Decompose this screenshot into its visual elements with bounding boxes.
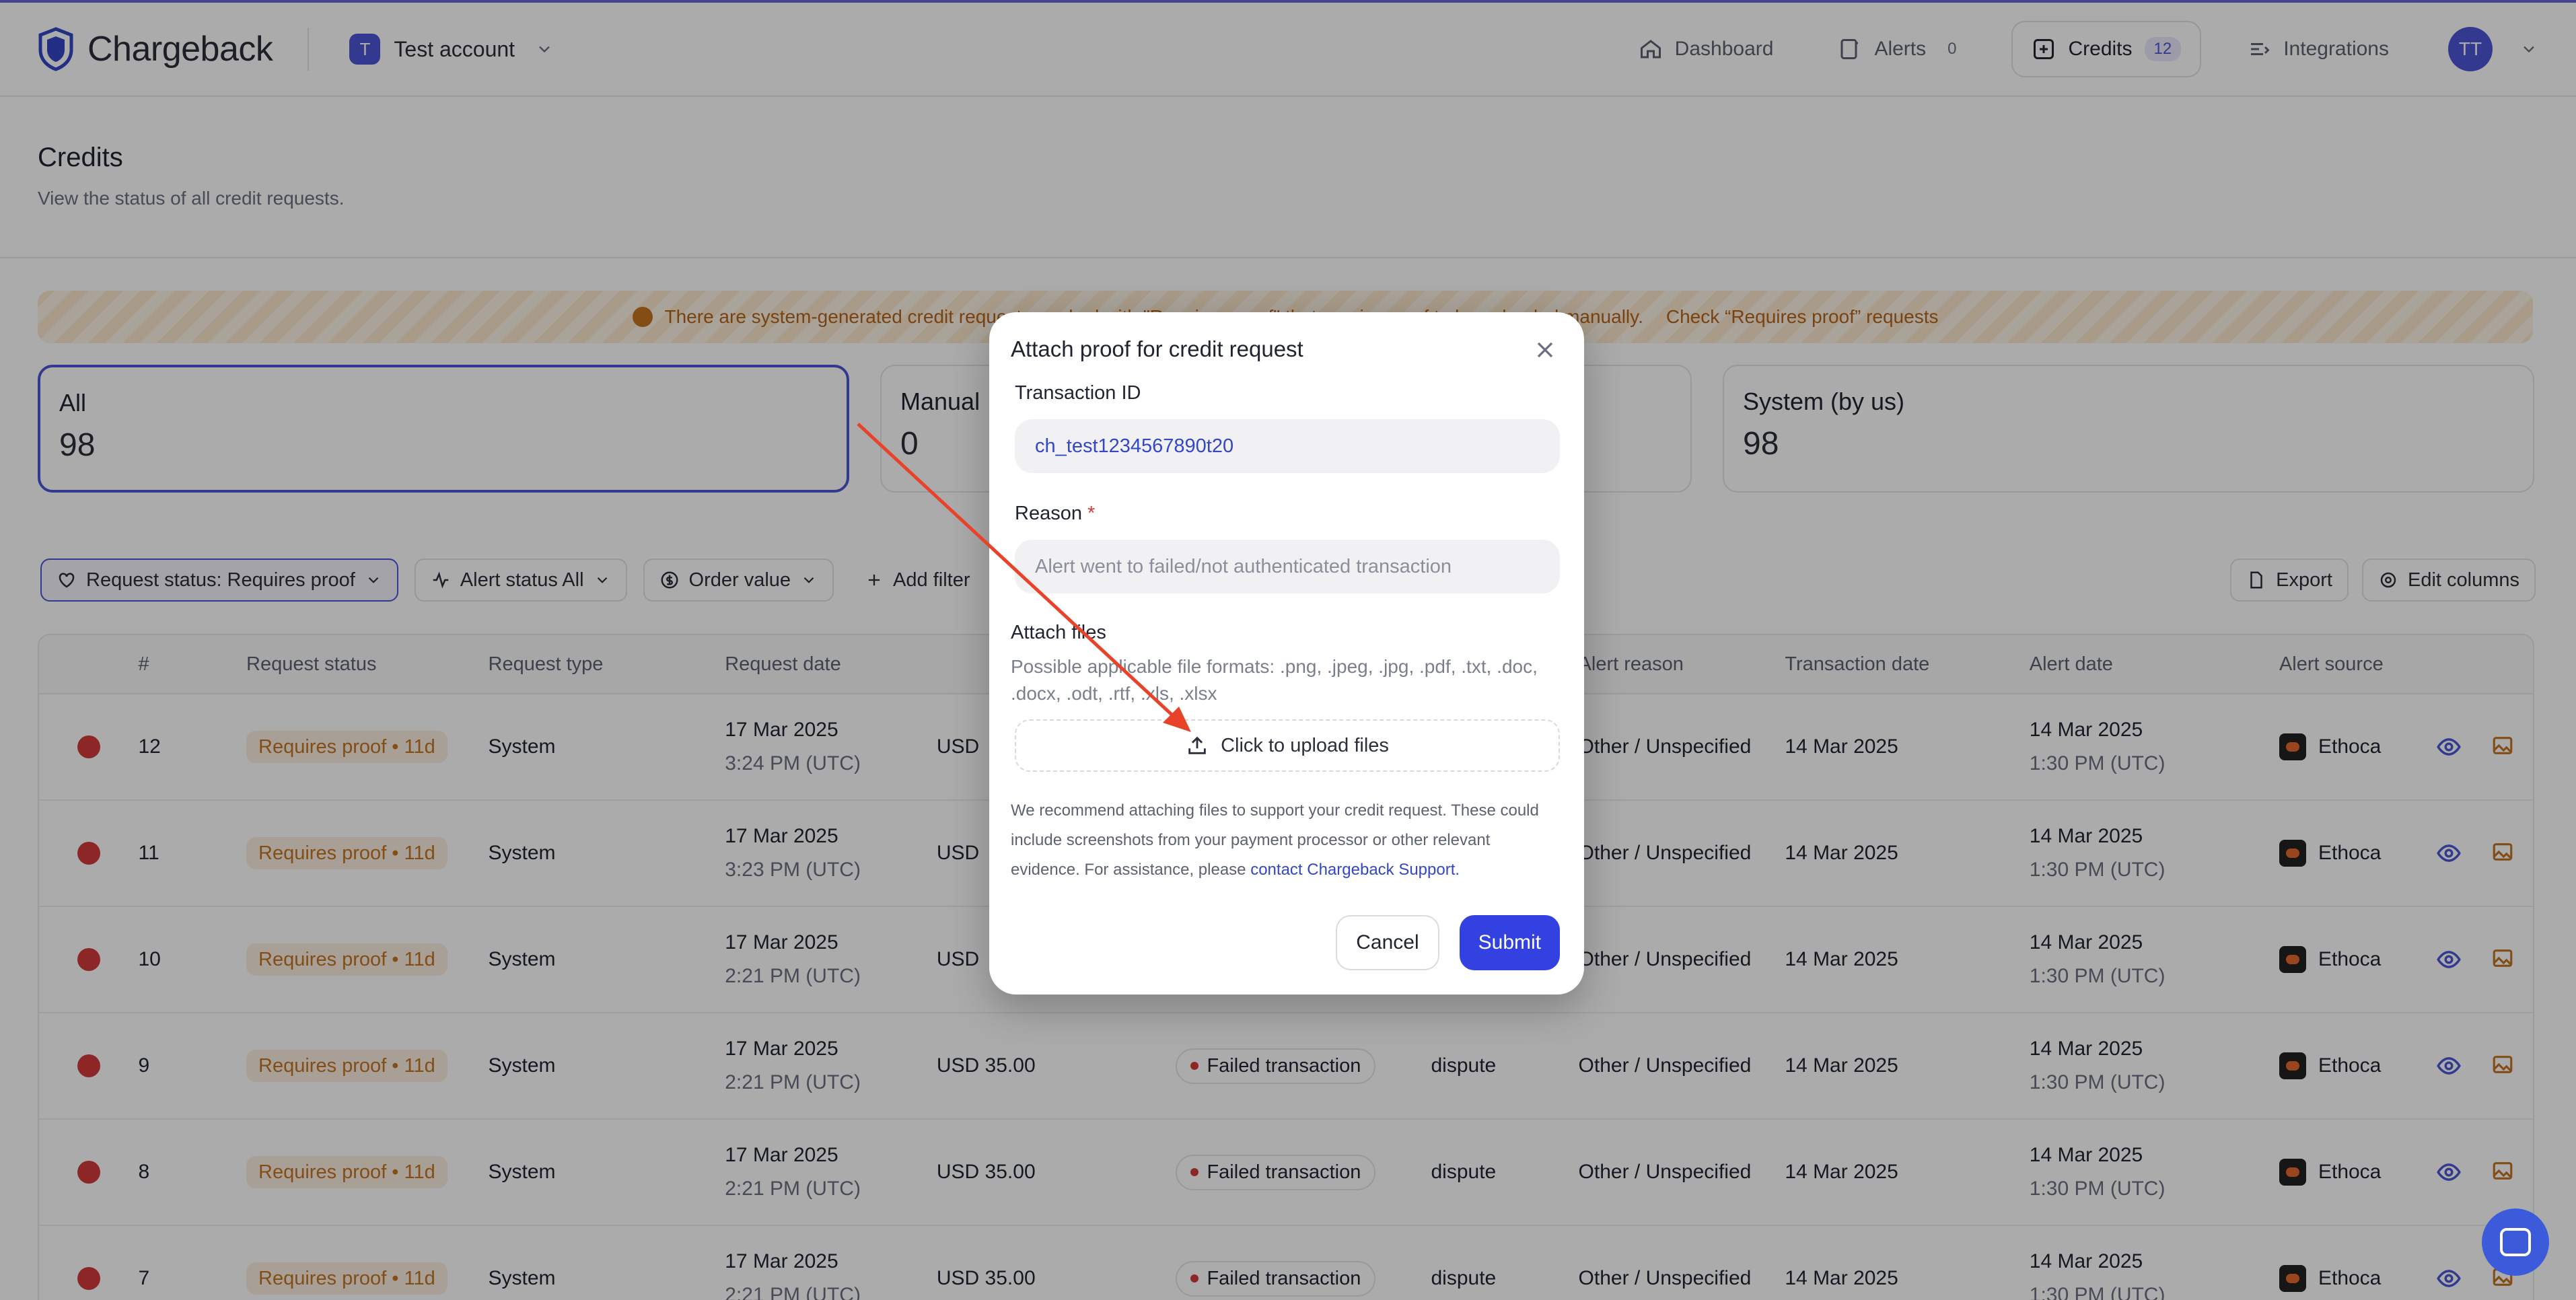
attach-proof-dialog: Attach proof for credit request Transact… xyxy=(989,312,1584,995)
transaction-id-label: Transaction ID xyxy=(1015,382,1141,404)
chat-launcher[interactable] xyxy=(2482,1208,2549,1276)
required-marker: * xyxy=(1087,503,1096,524)
reason-label-text: Reason xyxy=(1015,503,1082,524)
reason-placeholder: Alert went to failed/not authenticated t… xyxy=(1035,555,1452,577)
attach-files-title: Attach files xyxy=(1011,622,1106,643)
dialog-actions: Cancel Submit xyxy=(1336,915,1560,970)
reason-label: Reason * xyxy=(1011,503,1563,525)
contact-support-link[interactable]: contact Chargeback Support. xyxy=(1250,861,1460,879)
upload-icon xyxy=(1188,736,1206,754)
support-note: We recommend attaching files to support … xyxy=(1011,796,1563,885)
chat-icon xyxy=(2500,1228,2531,1256)
close-icon[interactable] xyxy=(1532,336,1559,363)
transaction-id-field[interactable]: ch_test1234567890t20 xyxy=(1015,419,1560,473)
upload-dropzone[interactable]: Click to upload files xyxy=(1015,719,1560,772)
file-formats-hint: Possible applicable file formats: .png, … xyxy=(1011,656,1538,704)
upload-label: Click to upload files xyxy=(1221,734,1389,756)
dialog-title: Attach proof for credit request xyxy=(1011,336,1303,361)
reason-field[interactable]: Alert went to failed/not authenticated t… xyxy=(1015,540,1560,593)
transaction-id-value: ch_test1234567890t20 xyxy=(1035,435,1234,457)
cancel-button[interactable]: Cancel xyxy=(1336,915,1439,970)
submit-button[interactable]: Submit xyxy=(1459,915,1560,970)
